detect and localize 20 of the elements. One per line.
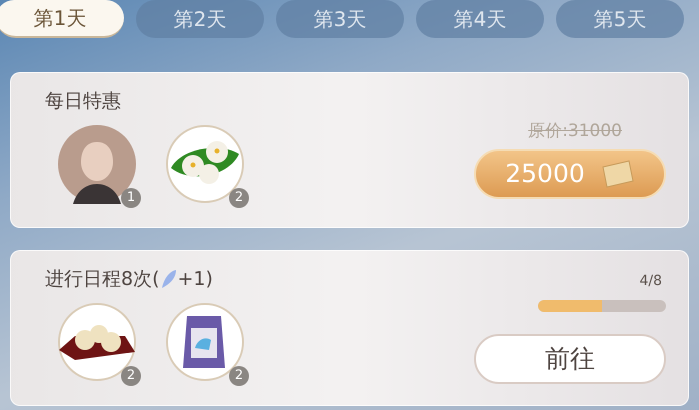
item-count: 2 bbox=[121, 366, 141, 386]
character-item-icon[interactable] bbox=[57, 124, 137, 204]
progress-count: 4/8 bbox=[639, 272, 662, 291]
item-count: 2 bbox=[229, 188, 249, 208]
card-title: 每日特惠 bbox=[44, 89, 122, 114]
go-button[interactable]: 前往 bbox=[474, 334, 666, 384]
day-tab[interactable]: 第2天 bbox=[136, 0, 264, 38]
day-tab[interactable]: 第4天 bbox=[416, 0, 544, 38]
item-count: 1 bbox=[121, 188, 141, 208]
buns-item-icon[interactable] bbox=[57, 302, 137, 382]
day-tab[interactable]: 第5天 bbox=[556, 0, 684, 38]
day-tab[interactable]: 第3天 bbox=[276, 0, 404, 38]
day-tab[interactable]: 第1天 bbox=[0, 0, 124, 38]
item-count: 2 bbox=[229, 366, 249, 386]
cakes-item-icon[interactable] bbox=[165, 124, 245, 204]
buy-button[interactable]: 25000 bbox=[474, 148, 666, 198]
original-price: 原价:31000 bbox=[528, 120, 622, 143]
card-title: 进行日程8次( +1) bbox=[44, 267, 214, 292]
feather-icon bbox=[160, 268, 178, 290]
bag-item-icon[interactable] bbox=[165, 302, 245, 382]
